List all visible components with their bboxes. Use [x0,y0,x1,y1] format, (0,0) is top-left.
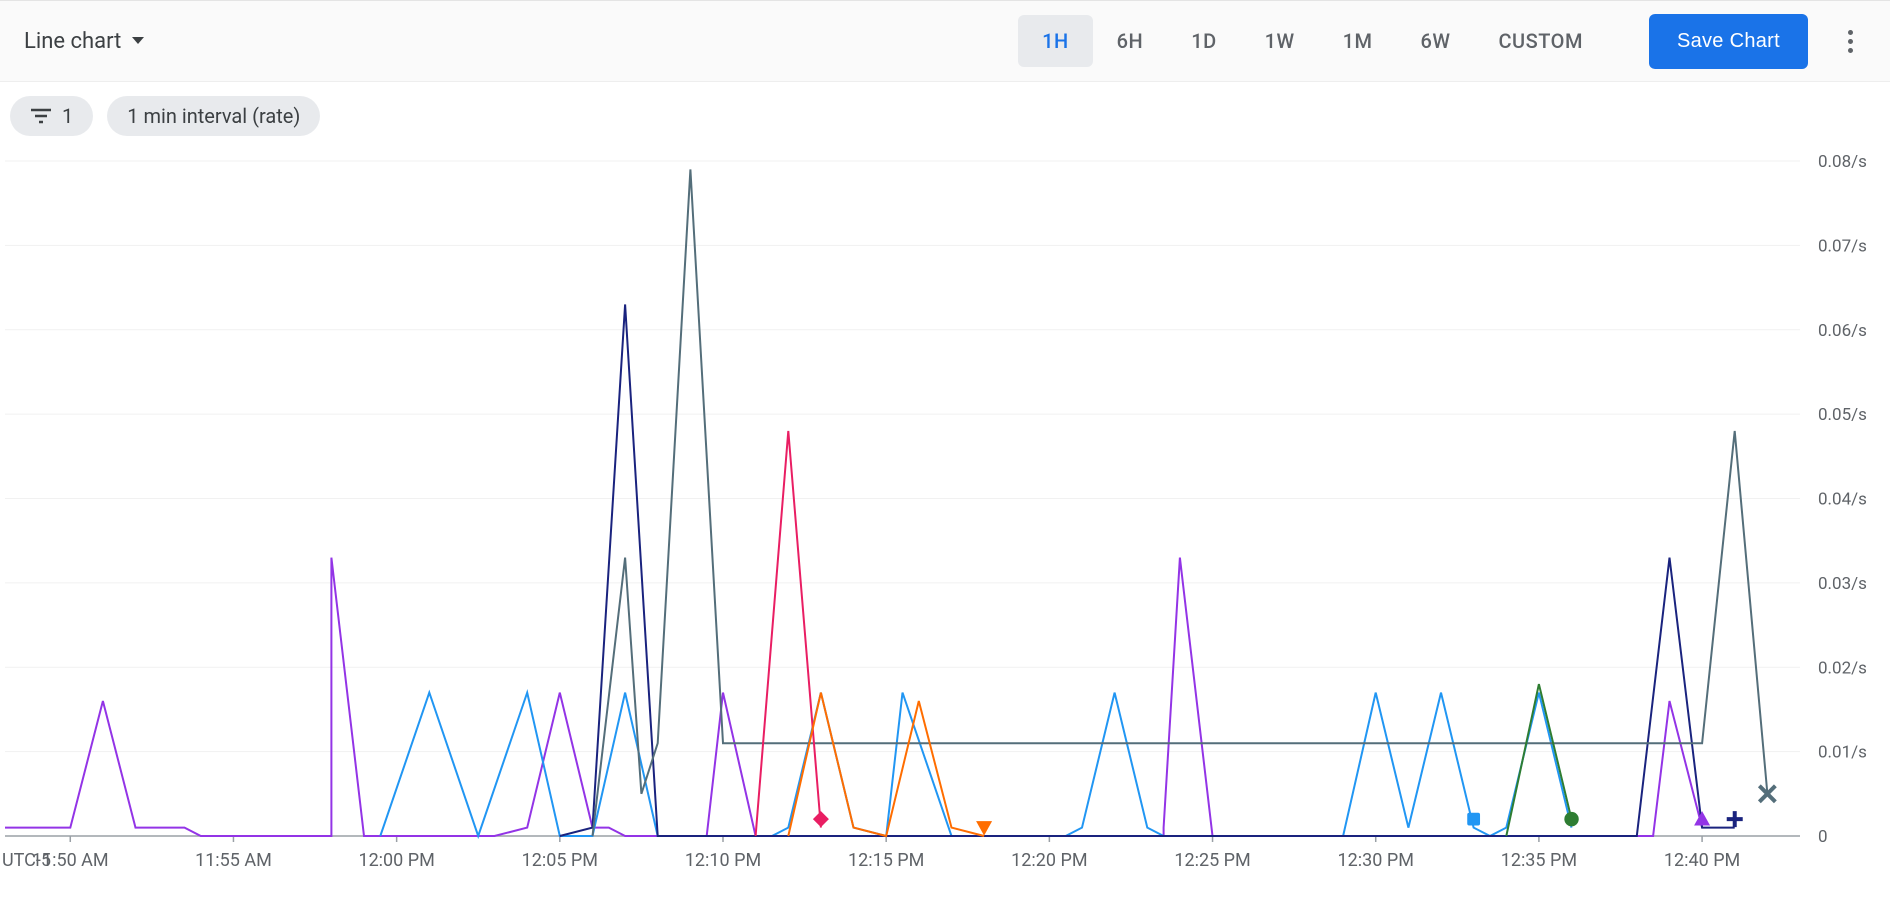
range-tab-1w[interactable]: 1W [1241,15,1319,67]
x-tick-label: 12:05 PM [522,850,598,871]
x-tick-label: 12:15 PM [848,850,924,871]
series-light-blue [380,693,1571,836]
x-tick-label: 12:40 PM [1664,850,1740,871]
range-tab-custom[interactable]: CUSTOM [1475,15,1607,67]
range-tab-1h[interactable]: 1H [1018,15,1093,67]
x-tick-label: 12:35 PM [1501,850,1577,871]
series-dark-blue [560,304,1735,836]
y-tick-label: 0.03/s [1818,574,1867,594]
x-tick-label: 12:30 PM [1338,850,1414,871]
range-tab-6w[interactable]: 6W [1397,15,1475,67]
chart-type-label: Line chart [24,29,121,54]
x-tick-label: 11:55 AM [195,850,272,871]
time-range-tabs: 1H6H1D1W1M6WCUSTOM [1018,15,1607,67]
x-tick-label: 12:25 PM [1174,850,1250,871]
y-tick-label: 0.05/s [1818,405,1867,425]
line-chart-svg[interactable]: 0 0.01/s 0.02/s 0.03/s 0.04/s 0.05/s 0.06/s 0.0… [0,146,1890,886]
range-tab-6h[interactable]: 6H [1093,15,1168,67]
range-tab-1m[interactable]: 1M [1319,15,1397,67]
caret-down-icon [131,36,145,46]
toolbar: Line chart 1H6H1D1W1M6WCUSTOM Save Chart [0,0,1890,82]
overflow-menu-button[interactable] [1826,30,1874,53]
y-tick-label: 0.08/s [1818,152,1867,172]
series-marker [813,811,829,827]
series-slate [593,169,1768,836]
y-tick-label: 0 [1818,827,1828,847]
x-tick-label: 12:00 PM [358,850,434,871]
y-tick-label: 0.07/s [1818,236,1867,256]
series-green [1506,684,1571,836]
y-tick-label: 0.06/s [1818,321,1867,341]
series-marker [1467,813,1480,826]
chart-area: 0 0.01/s 0.02/s 0.03/s 0.04/s 0.05/s 0.06/s 0.0… [0,146,1890,886]
interval-chip[interactable]: 1 min interval (rate) [107,96,320,136]
filter-chip[interactable]: 1 [10,96,93,136]
y-tick-label: 0.01/s [1818,743,1867,763]
series-marker [976,821,992,835]
series-purple [5,558,1702,836]
save-chart-button[interactable]: Save Chart [1649,14,1808,69]
interval-chip-label: 1 min interval (rate) [127,104,300,128]
x-tick-label: 12:20 PM [1011,850,1087,871]
filter-icon [30,107,52,125]
y-tick-label: 0.02/s [1818,658,1867,678]
chart-type-selector[interactable]: Line chart [24,29,145,54]
timezone-label: UTC-5 [2,850,51,871]
y-tick-label: 0.04/s [1818,490,1867,510]
series-marker [1694,811,1710,825]
x-tick-label: 12:10 PM [685,850,761,871]
series-pink [756,431,821,836]
range-tab-1d[interactable]: 1D [1167,15,1240,67]
series-marker [1564,812,1578,826]
chips-row: 1 1 min interval (rate) [0,82,1890,146]
filter-count: 1 [62,104,73,128]
